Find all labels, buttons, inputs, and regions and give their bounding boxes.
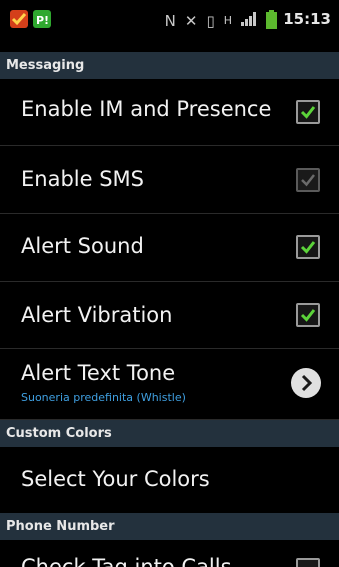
status-bar: P! N ✕ ▯ H 15:13 (0, 0, 339, 48)
setting-alert-text-tone[interactable]: Alert Text Tone Suoneria predefinita (Wh… (0, 349, 339, 420)
chevron-right-icon[interactable] (291, 368, 321, 398)
setting-partial-item[interactable]: Check Tag into Calls (0, 540, 339, 567)
app-notification-icon (10, 10, 28, 28)
setting-alert-vibration[interactable]: Alert Vibration (0, 282, 339, 349)
setting-label: Alert Sound (21, 234, 144, 258)
partial-item-checkbox[interactable] (296, 558, 320, 567)
vibrate-icon: ▯ (206, 11, 215, 30)
setting-label: Alert Vibration (21, 303, 173, 327)
setting-value: Suoneria predefinita (Whistle) (21, 391, 186, 404)
alert-sound-checkbox[interactable] (296, 235, 320, 259)
svg-text:P!: P! (36, 14, 49, 27)
mute-icon: ✕ (184, 11, 198, 30)
section-header-custom-colors: Custom Colors (0, 420, 339, 447)
section-header-messaging: Messaging (0, 52, 339, 79)
enable-im-checkbox[interactable] (296, 100, 320, 124)
alert-vibration-checkbox[interactable] (296, 303, 320, 327)
setting-label: Select Your Colors (21, 467, 210, 491)
signal-icon (241, 12, 257, 29)
data-h-icon: H (223, 13, 232, 27)
setting-enable-sms[interactable]: Enable SMS (0, 146, 339, 214)
setting-label: Alert Text Tone (21, 361, 176, 385)
battery-icon (266, 10, 277, 29)
setting-label: Check Tag into Calls (21, 555, 232, 567)
app-notification-icon-2: P! (33, 10, 51, 28)
setting-label: Enable IM and Presence (21, 97, 272, 121)
nfc-icon: N (164, 11, 176, 30)
setting-select-colors[interactable]: Select Your Colors (0, 447, 339, 513)
setting-enable-im[interactable]: Enable IM and Presence (0, 79, 339, 146)
section-header-phone-number: Phone Number (0, 513, 339, 540)
enable-sms-checkbox[interactable] (296, 168, 320, 192)
setting-label: Enable SMS (21, 167, 144, 191)
clock: 15:13 (283, 10, 331, 28)
setting-alert-sound[interactable]: Alert Sound (0, 214, 339, 282)
